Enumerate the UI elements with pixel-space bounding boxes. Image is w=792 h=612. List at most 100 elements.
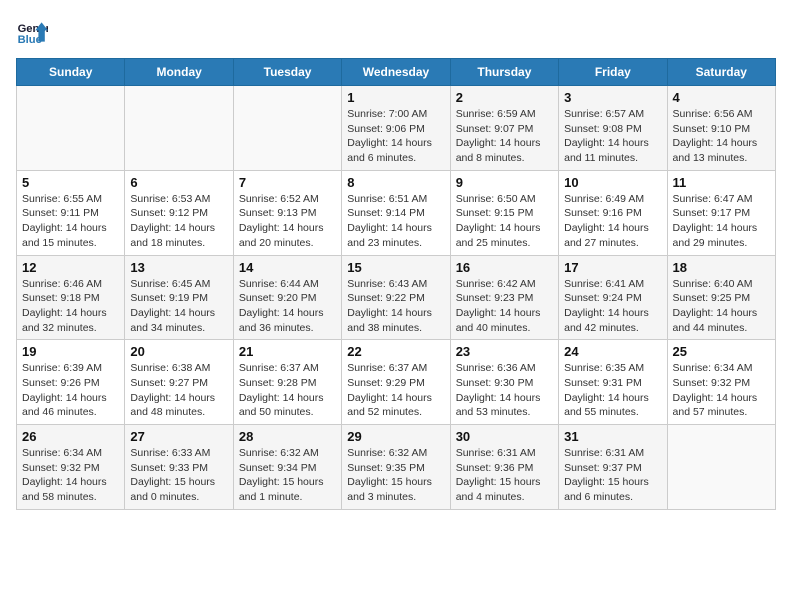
calendar-cell: 8 Sunrise: 6:51 AMSunset: 9:14 PMDaylight…: [342, 170, 450, 255]
calendar-cell: 31 Sunrise: 6:31 AMSunset: 9:37 PMDayligh…: [559, 425, 667, 510]
day-info: Sunrise: 6:41 AMSunset: 9:24 PMDaylight:…: [564, 277, 661, 336]
day-info: Sunrise: 6:43 AMSunset: 9:22 PMDaylight:…: [347, 277, 444, 336]
day-number: 14: [239, 260, 336, 275]
weekday-header-friday: Friday: [559, 59, 667, 86]
week-row-4: 19Sunrise: 6:39 AMSunset: 9:26 PMDayligh…: [17, 340, 776, 425]
calendar-cell: 9Sunrise: 6:50 AMSunset: 9:15 PMDaylight…: [450, 170, 558, 255]
day-info: Sunrise: 6:31 AMSunset: 9:36 PMDaylight:…: [456, 446, 553, 505]
day-number: 17: [564, 260, 661, 275]
week-row-2: 5 Sunrise: 6:55 AMSunset: 9:11 PMDaylight…: [17, 170, 776, 255]
calendar-cell: 30 Sunrise: 6:31 AMSunset: 9:36 PMDayligh…: [450, 425, 558, 510]
day-number: 18: [673, 260, 770, 275]
day-info: Sunrise: 6:51 AMSunset: 9:14 PMDaylight:…: [347, 192, 444, 251]
day-number: 7: [239, 175, 336, 190]
day-info: Sunrise: 6:38 AMSunset: 9:27 PMDaylight:…: [130, 361, 227, 420]
day-info: Sunrise: 6:39 AMSunset: 9:26 PMDaylight:…: [22, 361, 119, 420]
calendar-table: SundayMondayTuesdayWednesdayThursdayFrid…: [16, 58, 776, 510]
day-info: Sunrise: 6:55 AMSunset: 9:11 PMDaylight:…: [22, 192, 119, 251]
week-row-1: 1 Sunrise: 7:00 AMSunset: 9:06 PMDaylight…: [17, 86, 776, 171]
day-number: 25: [673, 344, 770, 359]
week-row-5: 26 Sunrise: 6:34 AMSunset: 9:32 PMDayligh…: [17, 425, 776, 510]
calendar-cell: 29 Sunrise: 6:32 AMSunset: 9:35 PMDayligh…: [342, 425, 450, 510]
calendar-cell: 15 Sunrise: 6:43 AMSunset: 9:22 PMDayligh…: [342, 255, 450, 340]
day-number: 22: [347, 344, 444, 359]
day-info: Sunrise: 6:44 AMSunset: 9:20 PMDaylight:…: [239, 277, 336, 336]
day-info: Sunrise: 6:37 AMSunset: 9:29 PMDaylight:…: [347, 361, 444, 420]
weekday-header-tuesday: Tuesday: [233, 59, 341, 86]
weekday-header-wednesday: Wednesday: [342, 59, 450, 86]
weekday-header-monday: Monday: [125, 59, 233, 86]
calendar-cell: 3Sunrise: 6:57 AMSunset: 9:08 PMDaylight…: [559, 86, 667, 171]
day-number: 24: [564, 344, 661, 359]
day-info: Sunrise: 6:31 AMSunset: 9:37 PMDaylight:…: [564, 446, 661, 505]
day-number: 26: [22, 429, 119, 444]
day-number: 23: [456, 344, 553, 359]
week-row-3: 12 Sunrise: 6:46 AMSunset: 9:18 PMDayligh…: [17, 255, 776, 340]
day-number: 15: [347, 260, 444, 275]
calendar-cell: 22 Sunrise: 6:37 AMSunset: 9:29 PMDayligh…: [342, 340, 450, 425]
calendar-cell: 28 Sunrise: 6:32 AMSunset: 9:34 PMDayligh…: [233, 425, 341, 510]
day-number: 20: [130, 344, 227, 359]
day-info: Sunrise: 6:36 AMSunset: 9:30 PMDaylight:…: [456, 361, 553, 420]
calendar-cell: 21 Sunrise: 6:37 AMSunset: 9:28 PMDayligh…: [233, 340, 341, 425]
calendar-cell: 13 Sunrise: 6:45 AMSunset: 9:19 PMDayligh…: [125, 255, 233, 340]
day-info: Sunrise: 7:00 AMSunset: 9:06 PMDaylight:…: [347, 107, 444, 166]
calendar-cell: 5 Sunrise: 6:55 AMSunset: 9:11 PMDaylight…: [17, 170, 125, 255]
day-number: 21: [239, 344, 336, 359]
calendar-cell: 10 Sunrise: 6:49 AMSunset: 9:16 PMDayligh…: [559, 170, 667, 255]
day-number: 16: [456, 260, 553, 275]
day-number: 8: [347, 175, 444, 190]
calendar-cell: 27Sunrise: 6:33 AMSunset: 9:33 PMDayligh…: [125, 425, 233, 510]
day-info: Sunrise: 6:46 AMSunset: 9:18 PMDaylight:…: [22, 277, 119, 336]
day-number: 28: [239, 429, 336, 444]
calendar-cell: [233, 86, 341, 171]
calendar-cell: 12 Sunrise: 6:46 AMSunset: 9:18 PMDayligh…: [17, 255, 125, 340]
header: General Blue: [16, 16, 776, 48]
day-number: 6: [130, 175, 227, 190]
calendar-cell: [667, 425, 775, 510]
calendar-cell: 25 Sunrise: 6:34 AMSunset: 9:32 PMDayligh…: [667, 340, 775, 425]
day-info: Sunrise: 6:45 AMSunset: 9:19 PMDaylight:…: [130, 277, 227, 336]
day-number: 30: [456, 429, 553, 444]
calendar-cell: 18Sunrise: 6:40 AMSunset: 9:25 PMDayligh…: [667, 255, 775, 340]
day-info: Sunrise: 6:49 AMSunset: 9:16 PMDaylight:…: [564, 192, 661, 251]
day-info: Sunrise: 6:32 AMSunset: 9:35 PMDaylight:…: [347, 446, 444, 505]
calendar-cell: 17 Sunrise: 6:41 AMSunset: 9:24 PMDayligh…: [559, 255, 667, 340]
calendar-cell: 11 Sunrise: 6:47 AMSunset: 9:17 PMDayligh…: [667, 170, 775, 255]
day-info: Sunrise: 6:53 AMSunset: 9:12 PMDaylight:…: [130, 192, 227, 251]
calendar-cell: [17, 86, 125, 171]
day-number: 5: [22, 175, 119, 190]
day-number: 31: [564, 429, 661, 444]
day-info: Sunrise: 6:37 AMSunset: 9:28 PMDaylight:…: [239, 361, 336, 420]
day-number: 1: [347, 90, 444, 105]
day-info: Sunrise: 6:56 AMSunset: 9:10 PMDaylight:…: [673, 107, 770, 166]
calendar-cell: 7 Sunrise: 6:52 AMSunset: 9:13 PMDaylight…: [233, 170, 341, 255]
day-info: Sunrise: 6:34 AMSunset: 9:32 PMDaylight:…: [22, 446, 119, 505]
calendar-cell: 16 Sunrise: 6:42 AMSunset: 9:23 PMDayligh…: [450, 255, 558, 340]
calendar-cell: 24Sunrise: 6:35 AMSunset: 9:31 PMDayligh…: [559, 340, 667, 425]
weekday-header-saturday: Saturday: [667, 59, 775, 86]
calendar-cell: 2Sunrise: 6:59 AMSunset: 9:07 PMDaylight…: [450, 86, 558, 171]
day-number: 13: [130, 260, 227, 275]
day-info: Sunrise: 6:32 AMSunset: 9:34 PMDaylight:…: [239, 446, 336, 505]
calendar-cell: 4 Sunrise: 6:56 AMSunset: 9:10 PMDaylight…: [667, 86, 775, 171]
svg-text:Blue: Blue: [18, 34, 42, 46]
day-info: Sunrise: 6:34 AMSunset: 9:32 PMDaylight:…: [673, 361, 770, 420]
day-number: 27: [130, 429, 227, 444]
day-info: Sunrise: 6:42 AMSunset: 9:23 PMDaylight:…: [456, 277, 553, 336]
calendar-cell: 23 Sunrise: 6:36 AMSunset: 9:30 PMDayligh…: [450, 340, 558, 425]
day-number: 10: [564, 175, 661, 190]
weekday-header-thursday: Thursday: [450, 59, 558, 86]
day-number: 11: [673, 175, 770, 190]
calendar-cell: 6 Sunrise: 6:53 AMSunset: 9:12 PMDaylight…: [125, 170, 233, 255]
day-info: Sunrise: 6:47 AMSunset: 9:17 PMDaylight:…: [673, 192, 770, 251]
day-number: 29: [347, 429, 444, 444]
day-number: 9: [456, 175, 553, 190]
day-number: 12: [22, 260, 119, 275]
calendar-cell: 26 Sunrise: 6:34 AMSunset: 9:32 PMDayligh…: [17, 425, 125, 510]
day-number: 3: [564, 90, 661, 105]
day-number: 4: [673, 90, 770, 105]
logo: General Blue: [16, 16, 48, 48]
day-info: Sunrise: 6:59 AMSunset: 9:07 PMDaylight:…: [456, 107, 553, 166]
day-info: Sunrise: 6:52 AMSunset: 9:13 PMDaylight:…: [239, 192, 336, 251]
